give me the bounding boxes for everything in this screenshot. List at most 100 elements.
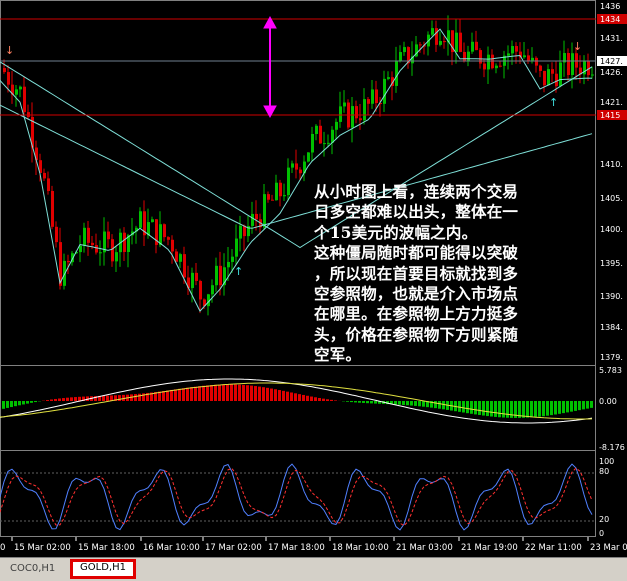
annotation-line: 日多空都难以出头，整体在一	[314, 202, 519, 222]
down-arrow-icon: ↓	[5, 44, 14, 57]
candle-body	[327, 142, 330, 144]
candle-body	[79, 245, 82, 253]
time-tick-label: 17 Mar 02:00	[205, 543, 262, 553]
macd-bar	[522, 401, 525, 418]
candle-body	[547, 69, 550, 86]
candle-body	[239, 225, 242, 239]
candle-body	[471, 41, 474, 52]
macd-bar	[414, 401, 417, 406]
macd-bar	[502, 401, 505, 418]
annotation-line: 空军。	[314, 345, 362, 365]
annotation-line: ，所以现在首要目标就找到多	[314, 263, 519, 283]
macd-bar	[494, 401, 497, 417]
macd-bar	[54, 398, 57, 401]
chart-tab-bar: COC0,H1 GOLD,H1	[0, 557, 627, 581]
macd-bar	[174, 389, 177, 401]
macd-bar	[46, 400, 49, 401]
candle-body	[495, 65, 498, 69]
macd-bar	[106, 395, 109, 401]
macd-bar	[262, 387, 265, 401]
candle-body	[539, 65, 542, 71]
time-tick-label: 21 Mar 03:00	[396, 543, 453, 553]
macd-bar	[26, 401, 29, 404]
macd-bar	[198, 386, 201, 401]
macd-bar	[242, 384, 245, 401]
candle-body	[115, 252, 118, 262]
macd-bar	[410, 401, 413, 406]
macd-bar	[490, 401, 493, 417]
time-tick-label: 21 Mar 19:00	[461, 543, 518, 553]
macd-bar	[206, 385, 209, 401]
candle-body	[499, 65, 502, 67]
macd-bar	[434, 401, 437, 409]
macd-bar	[302, 394, 305, 401]
price-marker-label: 1434	[600, 15, 620, 24]
macd-bar	[406, 401, 409, 406]
macd-bar	[586, 401, 589, 409]
stoch-k-line	[0, 463, 593, 531]
price-tick-label: 1426.	[600, 68, 623, 77]
macd-bar	[170, 389, 173, 401]
macd-bar	[578, 401, 581, 411]
range-arrow	[263, 15, 277, 119]
macd-bar	[334, 400, 337, 401]
time-tick-label: 15 Mar 02:00	[14, 543, 71, 553]
candle-body	[175, 251, 178, 262]
candle-body	[375, 89, 378, 104]
macd-bar	[546, 401, 549, 416]
tab-coc0-h1[interactable]: COC0,H1	[4, 560, 66, 578]
macd-bar	[542, 401, 545, 417]
macd-bar	[398, 401, 401, 405]
candle-body	[171, 239, 174, 252]
macd-bar	[550, 401, 553, 416]
macd-bar	[562, 401, 565, 414]
macd-bar	[258, 386, 261, 401]
macd-bar	[178, 388, 181, 401]
macd-tick-label: -8.176	[599, 443, 625, 452]
macd-bar	[462, 401, 465, 413]
macd-bar	[2, 401, 5, 409]
macd-bar	[326, 399, 329, 401]
macd-bar	[366, 401, 369, 404]
candle-body	[551, 69, 554, 74]
macd-bar	[314, 397, 317, 401]
candle-body	[267, 194, 270, 200]
candle-body	[231, 256, 234, 262]
macd-bar	[358, 401, 361, 403]
macd-tick-label: 5.783	[599, 366, 622, 375]
candle-body	[243, 225, 246, 237]
macd-bar	[210, 385, 213, 401]
macd-bar	[294, 393, 297, 401]
price-marker-label: 1427.	[600, 57, 623, 66]
macd-bar	[134, 394, 137, 401]
macd-bar	[290, 392, 293, 401]
macd-bar	[166, 390, 169, 401]
macd-bar	[354, 401, 357, 403]
candle-body	[183, 254, 186, 278]
macd-bar	[298, 394, 301, 401]
macd-bar	[254, 386, 257, 401]
candle-body	[307, 152, 310, 162]
candle-body	[3, 68, 6, 73]
time-tick-label: 16 Mar 10:00	[143, 543, 200, 553]
tab-gold-h1[interactable]: GOLD,H1	[70, 559, 136, 579]
annotation-line: 在哪里。在参照物上方力挺多	[314, 304, 519, 324]
candle-body	[443, 41, 446, 43]
macd-bar	[190, 387, 193, 401]
candle-body	[403, 47, 406, 53]
macd-bar	[10, 401, 13, 408]
candle-body	[435, 28, 438, 45]
macd-bar	[214, 384, 217, 401]
macd-bar	[362, 401, 365, 403]
macd-bar	[350, 401, 353, 403]
macd-bar	[438, 401, 441, 409]
candle-body	[439, 41, 442, 45]
candle-body	[255, 213, 258, 220]
candle-body	[95, 245, 98, 253]
macd-bar	[50, 399, 53, 401]
candle-body	[323, 143, 326, 145]
macd-bar	[566, 401, 569, 413]
macd-bar	[270, 388, 273, 401]
candle-body	[343, 102, 346, 107]
macd-bar	[330, 399, 333, 401]
